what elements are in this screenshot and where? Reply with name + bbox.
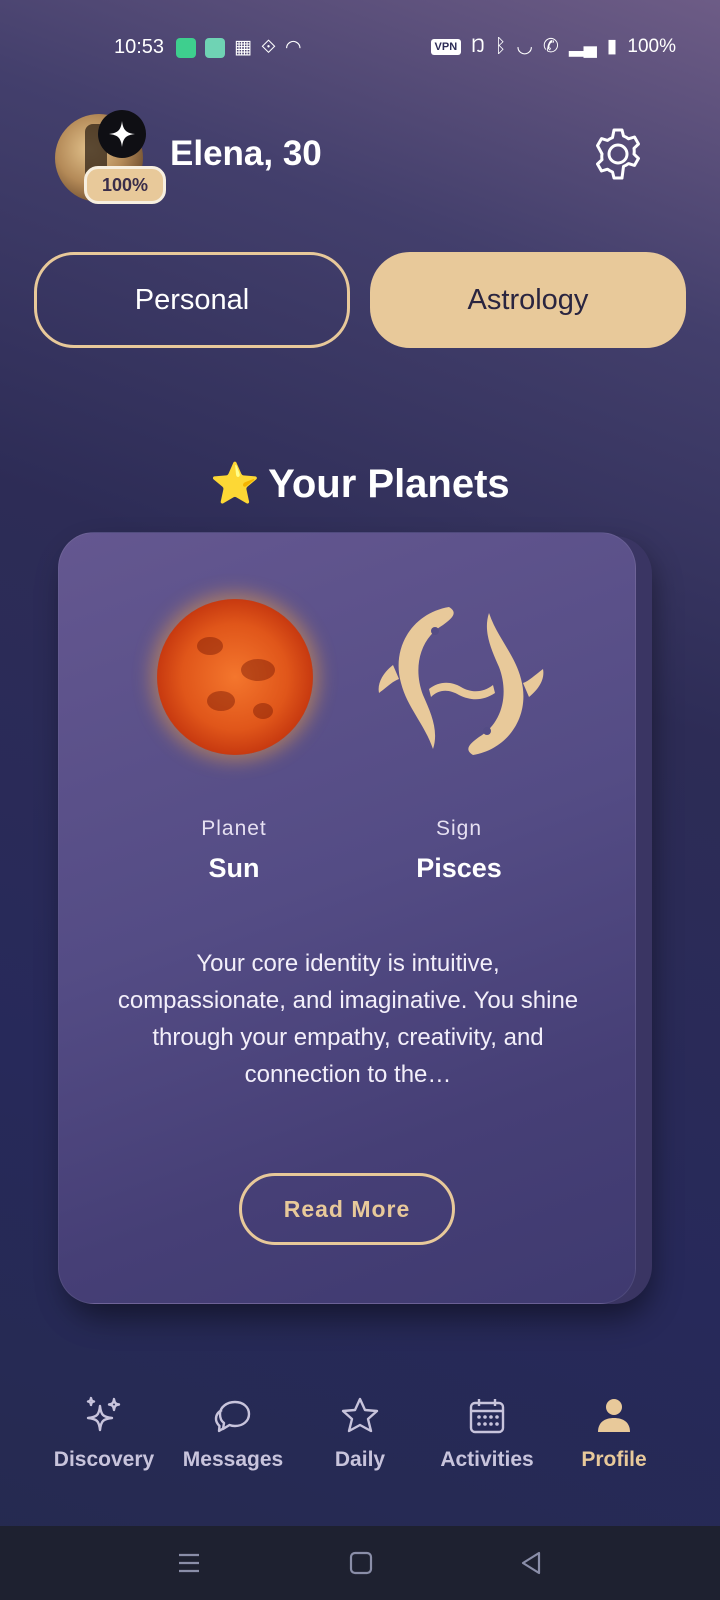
battery-icon: ▮	[606, 36, 618, 57]
nav-activities-label: Activities	[440, 1448, 534, 1471]
signal-icon: ▂▄	[568, 36, 597, 57]
status-right: VPN Ŋ ᛒ ◡ ✆ ▂▄ ▮ 100%	[430, 35, 676, 58]
planet-label: Planet	[201, 817, 267, 840]
star-emoji-icon: ⭐	[210, 462, 261, 506]
profile-completion-badge: 100%	[84, 166, 166, 204]
call-icon: ✆	[542, 36, 559, 57]
back-icon[interactable]	[518, 1548, 544, 1583]
sparkles-icon	[39, 1392, 169, 1440]
system-nav-bar	[0, 1526, 720, 1600]
home-icon[interactable]	[348, 1548, 374, 1583]
user-name: Elena, 30	[170, 134, 322, 173]
notification-icons: ▦ ⟐ ◠	[176, 36, 302, 59]
calendar-icon	[422, 1392, 552, 1440]
nav-profile[interactable]: Profile	[549, 1392, 679, 1472]
nav-discovery[interactable]: Discovery	[39, 1392, 169, 1472]
battery-saver-icon	[176, 37, 196, 58]
bluetooth-icon: ᛒ	[494, 35, 507, 57]
nav-daily[interactable]: Daily	[295, 1392, 425, 1472]
hotspot-icon: ⟐	[260, 36, 276, 58]
nfc-icon: Ŋ	[471, 35, 485, 57]
recent-apps-icon[interactable]	[176, 1548, 202, 1583]
battery-percent: 100%	[627, 35, 676, 57]
sign-value: Pisces	[416, 853, 502, 883]
tab-personal[interactable]: Personal	[34, 252, 350, 348]
profile-tabs: Personal Astrology	[34, 252, 686, 348]
star-outline-icon	[295, 1392, 425, 1440]
sparkle-icon	[98, 110, 146, 158]
planet-info: Planet Sun	[124, 817, 344, 884]
pisces-icon	[378, 607, 544, 755]
planet-description: Your core identity is intuitive, compass…	[117, 950, 579, 1088]
sun-icon	[157, 599, 313, 755]
nav-messages-label: Messages	[182, 1448, 284, 1471]
nav-messages[interactable]: Messages	[168, 1392, 298, 1472]
section-title-text: Your Planets	[268, 462, 510, 506]
gear-icon[interactable]	[588, 124, 648, 184]
sign-info: Sign Pisces	[349, 817, 569, 884]
vpn-indicator: VPN	[430, 38, 462, 55]
person-icon	[549, 1392, 679, 1440]
nav-daily-label: Daily	[334, 1448, 386, 1471]
planet-value: Sun	[208, 853, 260, 883]
nav-discovery-label: Discovery	[53, 1448, 155, 1471]
download-icon	[205, 37, 225, 58]
section-title: ⭐ Your Planets	[0, 460, 720, 507]
nav-activities[interactable]: Activities	[422, 1392, 552, 1472]
status-bar: 10:53 ▦ ⟐ ◠ VPN Ŋ ᛒ ◡ ✆ ▂▄ ▮ 100%	[0, 0, 720, 96]
tab-astrology[interactable]: Astrology	[370, 252, 686, 348]
status-time: 10:53	[114, 36, 165, 58]
planet-card: Planet Sun Sign Pisces Your core identit…	[58, 532, 636, 1304]
bottom-nav: Discovery Messages Daily Activities Prof…	[0, 1392, 720, 1502]
wifi-icon: ◡	[516, 36, 533, 57]
chat-bubble-icon	[168, 1392, 298, 1440]
nav-profile-label: Profile	[581, 1448, 647, 1471]
sim-icon: ▦	[234, 37, 252, 58]
vpn-key-icon: ◠	[284, 37, 302, 58]
profile-header: 100% Elena, 30	[0, 100, 720, 210]
read-more-button[interactable]: Read More	[239, 1173, 455, 1245]
sign-label: Sign	[435, 817, 483, 840]
